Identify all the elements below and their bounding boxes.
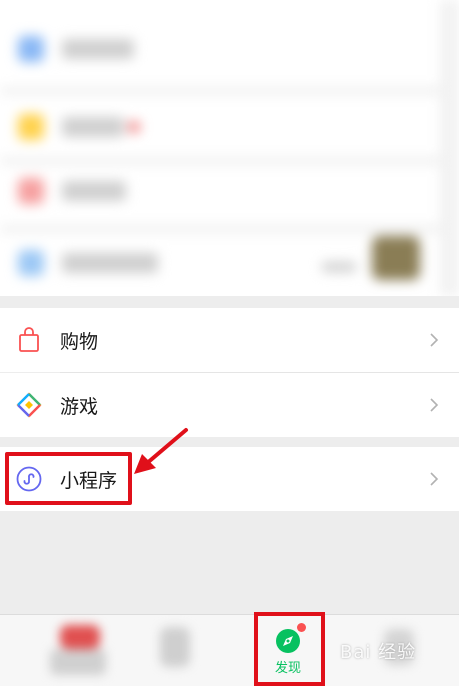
tab-chats-blurred[interactable] xyxy=(40,619,120,679)
blurred-row xyxy=(0,96,440,158)
menu-item-label: 购物 xyxy=(60,330,99,353)
section-gap xyxy=(0,437,459,447)
menu-item-shopping[interactable]: 购物 xyxy=(0,308,459,372)
chevron-right-icon xyxy=(427,469,441,489)
highlight-box-discover-tab xyxy=(254,612,325,686)
chevron-right-icon xyxy=(427,395,441,415)
highlight-box-mini-programs xyxy=(5,452,132,505)
menu-item-label: 游戏 xyxy=(60,395,99,418)
chevron-right-icon xyxy=(427,330,441,350)
watermark: Bai 经验 xyxy=(340,642,417,663)
game-diamond-icon xyxy=(16,392,42,418)
blurred-row xyxy=(0,160,440,222)
tab-contacts-blurred[interactable] xyxy=(150,619,200,679)
blurred-row xyxy=(0,18,440,80)
blurred-menu-area xyxy=(0,0,459,296)
section-gap xyxy=(0,296,459,308)
annotation-arrow xyxy=(134,428,188,474)
menu-item-games[interactable]: 游戏 xyxy=(0,373,459,437)
shopping-bag-icon xyxy=(16,327,42,353)
